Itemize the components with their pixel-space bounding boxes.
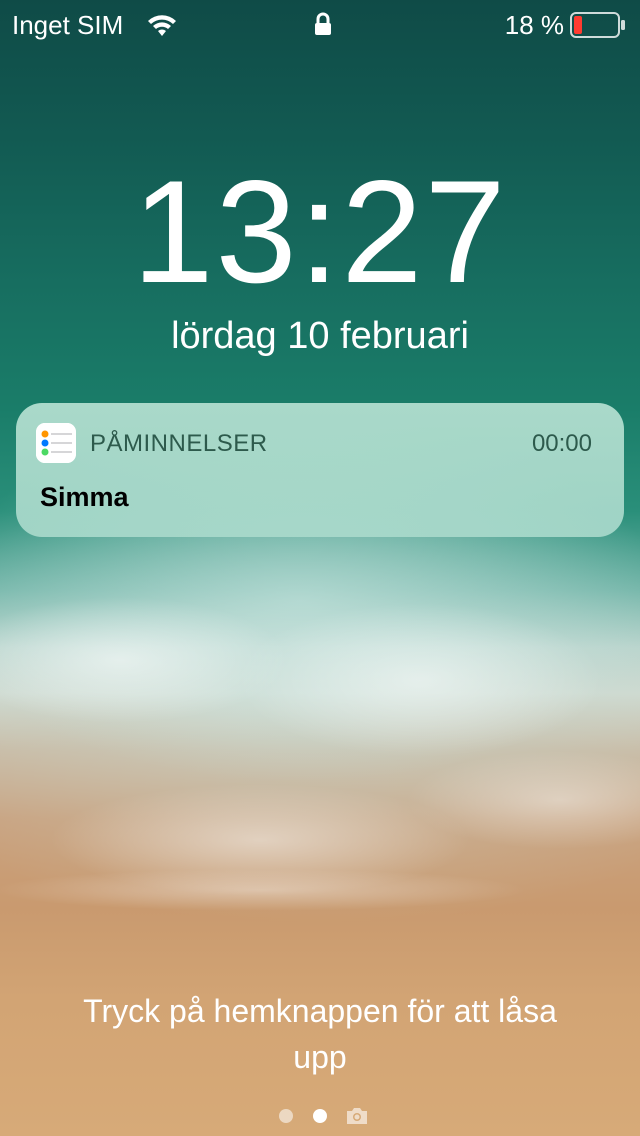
clock-time: 13:27 — [132, 150, 508, 313]
camera-icon[interactable] — [345, 1106, 369, 1131]
lock-icon — [313, 12, 333, 43]
battery-icon — [570, 12, 626, 45]
notification-title: Simma — [40, 482, 129, 512]
battery-percent-label: 18 % — [504, 10, 564, 40]
page-dot-inactive[interactable] — [279, 1109, 293, 1123]
notification-app-name: PÅMINNELSER — [90, 430, 268, 457]
lock-screen: Inget SIM 18 % 13:27 lördag 10 februari — [0, 0, 640, 1136]
carrier-label: Inget SIM — [12, 10, 124, 40]
battery-level-fill — [574, 16, 582, 34]
unlock-hint: Tryck på hemknappen för att låsa upp — [83, 993, 557, 1075]
notification-card[interactable]: PÅMINNELSER 00:00 Simma — [16, 403, 624, 537]
wallpaper-foam — [0, 540, 640, 920]
page-dot-active[interactable] — [313, 1109, 327, 1123]
notification-time: 00:00 — [531, 430, 592, 457]
status-bar: Inget SIM 18 % — [0, 0, 640, 50]
page-indicator[interactable] — [0, 1104, 640, 1128]
wallpaper-foam-edge — [0, 850, 640, 940]
wifi-icon — [146, 12, 178, 45]
clock-date: lördag 10 februari — [171, 315, 469, 357]
reminders-app-icon — [36, 423, 76, 463]
